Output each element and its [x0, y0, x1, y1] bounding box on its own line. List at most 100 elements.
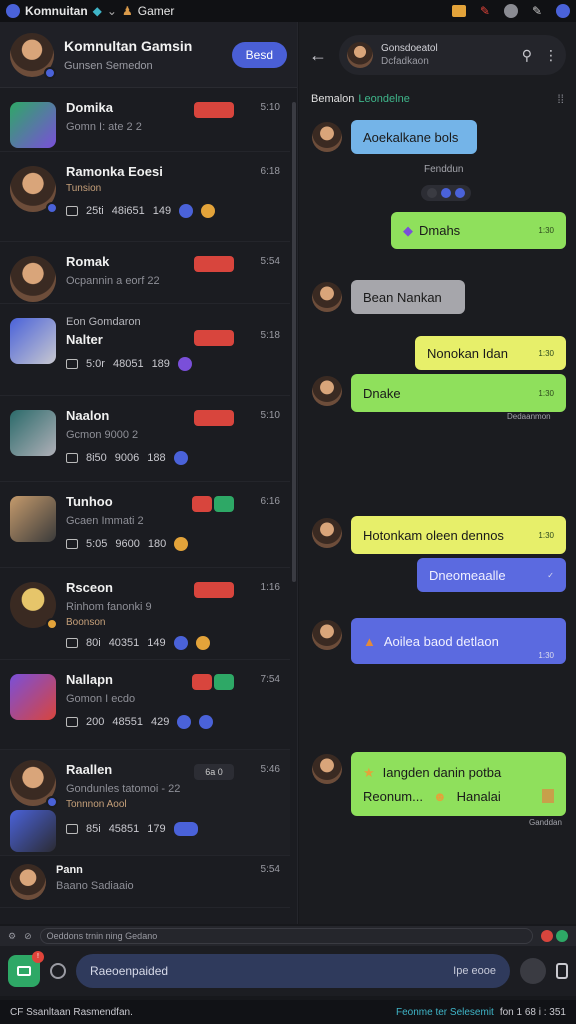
status-badge: [194, 582, 234, 598]
chat-preview: Baano Sadiaaio: [56, 880, 134, 892]
message-note: Dedaanmon: [507, 412, 551, 421]
reaction-bar[interactable]: [421, 185, 471, 201]
message-bubble[interactable]: Hotonkam oleen dennos 1:30: [351, 516, 566, 554]
list-item[interactable]: Ramonka Eoesi Tunsion 25ti 48i651 149 6:18: [0, 152, 290, 242]
message-note: Ganddan: [529, 818, 562, 827]
profile-icon[interactable]: [503, 4, 518, 18]
status-badge: [194, 330, 234, 346]
search-icon[interactable]: ⚲: [522, 47, 532, 64]
reaction-icon: [177, 357, 192, 371]
link-icon[interactable]: ⊘: [24, 931, 32, 942]
message-bubble[interactable]: Aoekalkane bols: [351, 120, 477, 154]
reaction-icon: [173, 822, 198, 836]
message-bubble[interactable]: ★ Iangden danin potba Reonum... ☻ Hanala…: [351, 752, 566, 816]
message-text: Dmahs: [419, 223, 461, 238]
list-item[interactable]: Domika Gomn I: ate 2 2 5:10: [0, 88, 290, 152]
footer-right-info: fon 1 68 i : 351: [499, 1006, 566, 1018]
status-badge: [194, 102, 234, 118]
conversation-title: Gonsdoeatol: [381, 43, 438, 54]
message-bubble[interactable]: Dnake 1:30: [351, 374, 566, 412]
timestamp: 1:16: [260, 582, 280, 593]
message-input[interactable]: Raeoenpaided Ipe eooe: [76, 954, 510, 988]
back-arrow-icon[interactable]: ←: [309, 45, 327, 66]
notification-icon[interactable]: [451, 5, 466, 17]
count-badge: 6a 0: [194, 764, 234, 780]
reaction-icon: [195, 636, 210, 650]
chat-preview: Rinhom fanonki 9: [66, 601, 152, 613]
list-item[interactable]: Naalon Gcmon 9000 2 8i50 9006 188 5:10: [0, 396, 290, 482]
conversation-info[interactable]: Gonsdoeatol Dcfadkaon ⚲ ⋮: [339, 35, 566, 75]
chat-name: Raallen: [66, 762, 113, 777]
verified-icon: ◆: [92, 4, 102, 18]
chat-tag: Tonnnon Aool: [66, 799, 127, 810]
lock-icon[interactable]: [556, 963, 568, 979]
chat-tag: Boonson: [66, 617, 106, 628]
chat-name: Pann: [56, 864, 83, 876]
message-time: 1:30: [538, 226, 554, 235]
chat-name: Domika: [66, 100, 113, 115]
reaction-icon: [173, 451, 188, 465]
join-button[interactable]: Besd: [231, 41, 287, 68]
reaction-icon: [174, 537, 189, 551]
timestamp: 6:16: [260, 496, 280, 507]
list-item[interactable]: Raallen Gondunles tatomoi - 22 Tonnnon A…: [0, 750, 290, 856]
message-bubble[interactable]: Dneomeaalle ✓: [417, 558, 566, 592]
timestamp: 5:18: [260, 330, 280, 341]
app-logo-icon: [6, 4, 20, 18]
message-bubble[interactable]: ▲ Aoilea baod detlaon 1:30: [351, 618, 566, 664]
quick-actions[interactable]: [541, 930, 568, 942]
avatar: [312, 376, 342, 406]
timestamp: 5:46: [260, 764, 280, 775]
camera-button[interactable]: !: [8, 951, 44, 987]
conversation-panel: ← Gonsdoeatol Dcfadkaon ⚲ ⋮ Bemalon Leon…: [299, 22, 576, 924]
chat-preview: Ocpannin a eorf 22: [66, 275, 160, 287]
edit-icon[interactable]: ✎: [532, 4, 542, 18]
chat-name: Rsceon: [66, 580, 113, 595]
chevron-down-icon[interactable]: ⌄: [107, 4, 117, 18]
timestamp: 6:18: [260, 166, 280, 177]
quick-input[interactable]: Oeddons trnin ning Gedano: [39, 928, 533, 944]
timestamp: 5:54: [260, 864, 280, 875]
chat-name: Ramonka Eoesi: [66, 164, 163, 179]
footer-right[interactable]: Feonme ter Selesemit: [396, 1007, 494, 1018]
group-avatar: [10, 32, 56, 79]
scrollbar[interactable]: [292, 102, 296, 582]
microphone-button[interactable]: [520, 958, 546, 984]
conversation-header: ← Gonsdoeatol Dcfadkaon ⚲ ⋮: [299, 22, 576, 88]
message-bubble[interactable]: ◆ Dmahs 1:30: [391, 212, 566, 249]
notification-dot: !: [32, 951, 44, 963]
gear-icon[interactable]: ⚙: [8, 931, 16, 942]
avatar: [10, 674, 56, 720]
message-text: Bean Nankan: [363, 289, 442, 305]
footer-left: CF Ssanltaan Rasmendfan.: [10, 1006, 133, 1018]
system-message: Fenddun: [424, 164, 464, 175]
list-item[interactable]: Tunhoo Gcaen Immati 2 5:05 9600 180 6:16: [0, 482, 290, 568]
grid-icon[interactable]: ⁞⁞: [557, 92, 564, 106]
chat-meta: 5:0r 48051 189: [66, 357, 280, 371]
chat-preview: Gcaen Immati 2: [66, 515, 144, 527]
chat-meta: 85i 45851 179: [66, 822, 280, 836]
chat-list: Domika Gomn I: ate 2 2 5:10 Ramonka Eoes…: [0, 88, 290, 908]
list-item[interactable]: Romak Ocpannin a eorf 22 5:54: [0, 242, 290, 304]
chat-name: Naalon: [66, 408, 110, 423]
message-time: 1:30: [538, 388, 554, 398]
typing-indicator: Bemalon Leondelne ⁞⁞: [299, 88, 576, 110]
list-item[interactable]: Pann Baano Sadiaaio 5:54: [0, 856, 290, 908]
chat-preview: Gomon I ecdo: [66, 693, 136, 705]
settings-icon[interactable]: [556, 4, 570, 18]
timestamp: 5:54: [260, 256, 280, 267]
comment-icon: [66, 206, 78, 216]
message-text: Dneomeaalle: [429, 567, 506, 583]
group-header[interactable]: Komnultan Gamsin Gunsen Semedon Besd: [0, 22, 297, 88]
group-subtitle: Gunsen Semedon: [64, 59, 153, 72]
message-bubble[interactable]: Nonokan Idan 1:30: [415, 336, 566, 370]
emoji-icon[interactable]: [50, 963, 66, 979]
list-item[interactable]: Eon Gomdaron Nalter 5:0r 48051 189 5:18: [0, 304, 290, 396]
list-item[interactable]: Rsceon Rinhom fanonki 9 Boonson 80i 40351…: [0, 568, 290, 660]
pin-icon[interactable]: ✎: [480, 4, 490, 18]
chat-meta: 5:05 9600 180: [66, 537, 280, 551]
list-item[interactable]: Nallapn Gomon I ecdo 200 48551 429 7:54: [0, 660, 290, 750]
message-bubble[interactable]: Bean Nankan: [351, 280, 465, 314]
chat-meta: 80i 40351 149: [66, 636, 280, 650]
more-options-icon[interactable]: ⋮: [544, 47, 558, 64]
